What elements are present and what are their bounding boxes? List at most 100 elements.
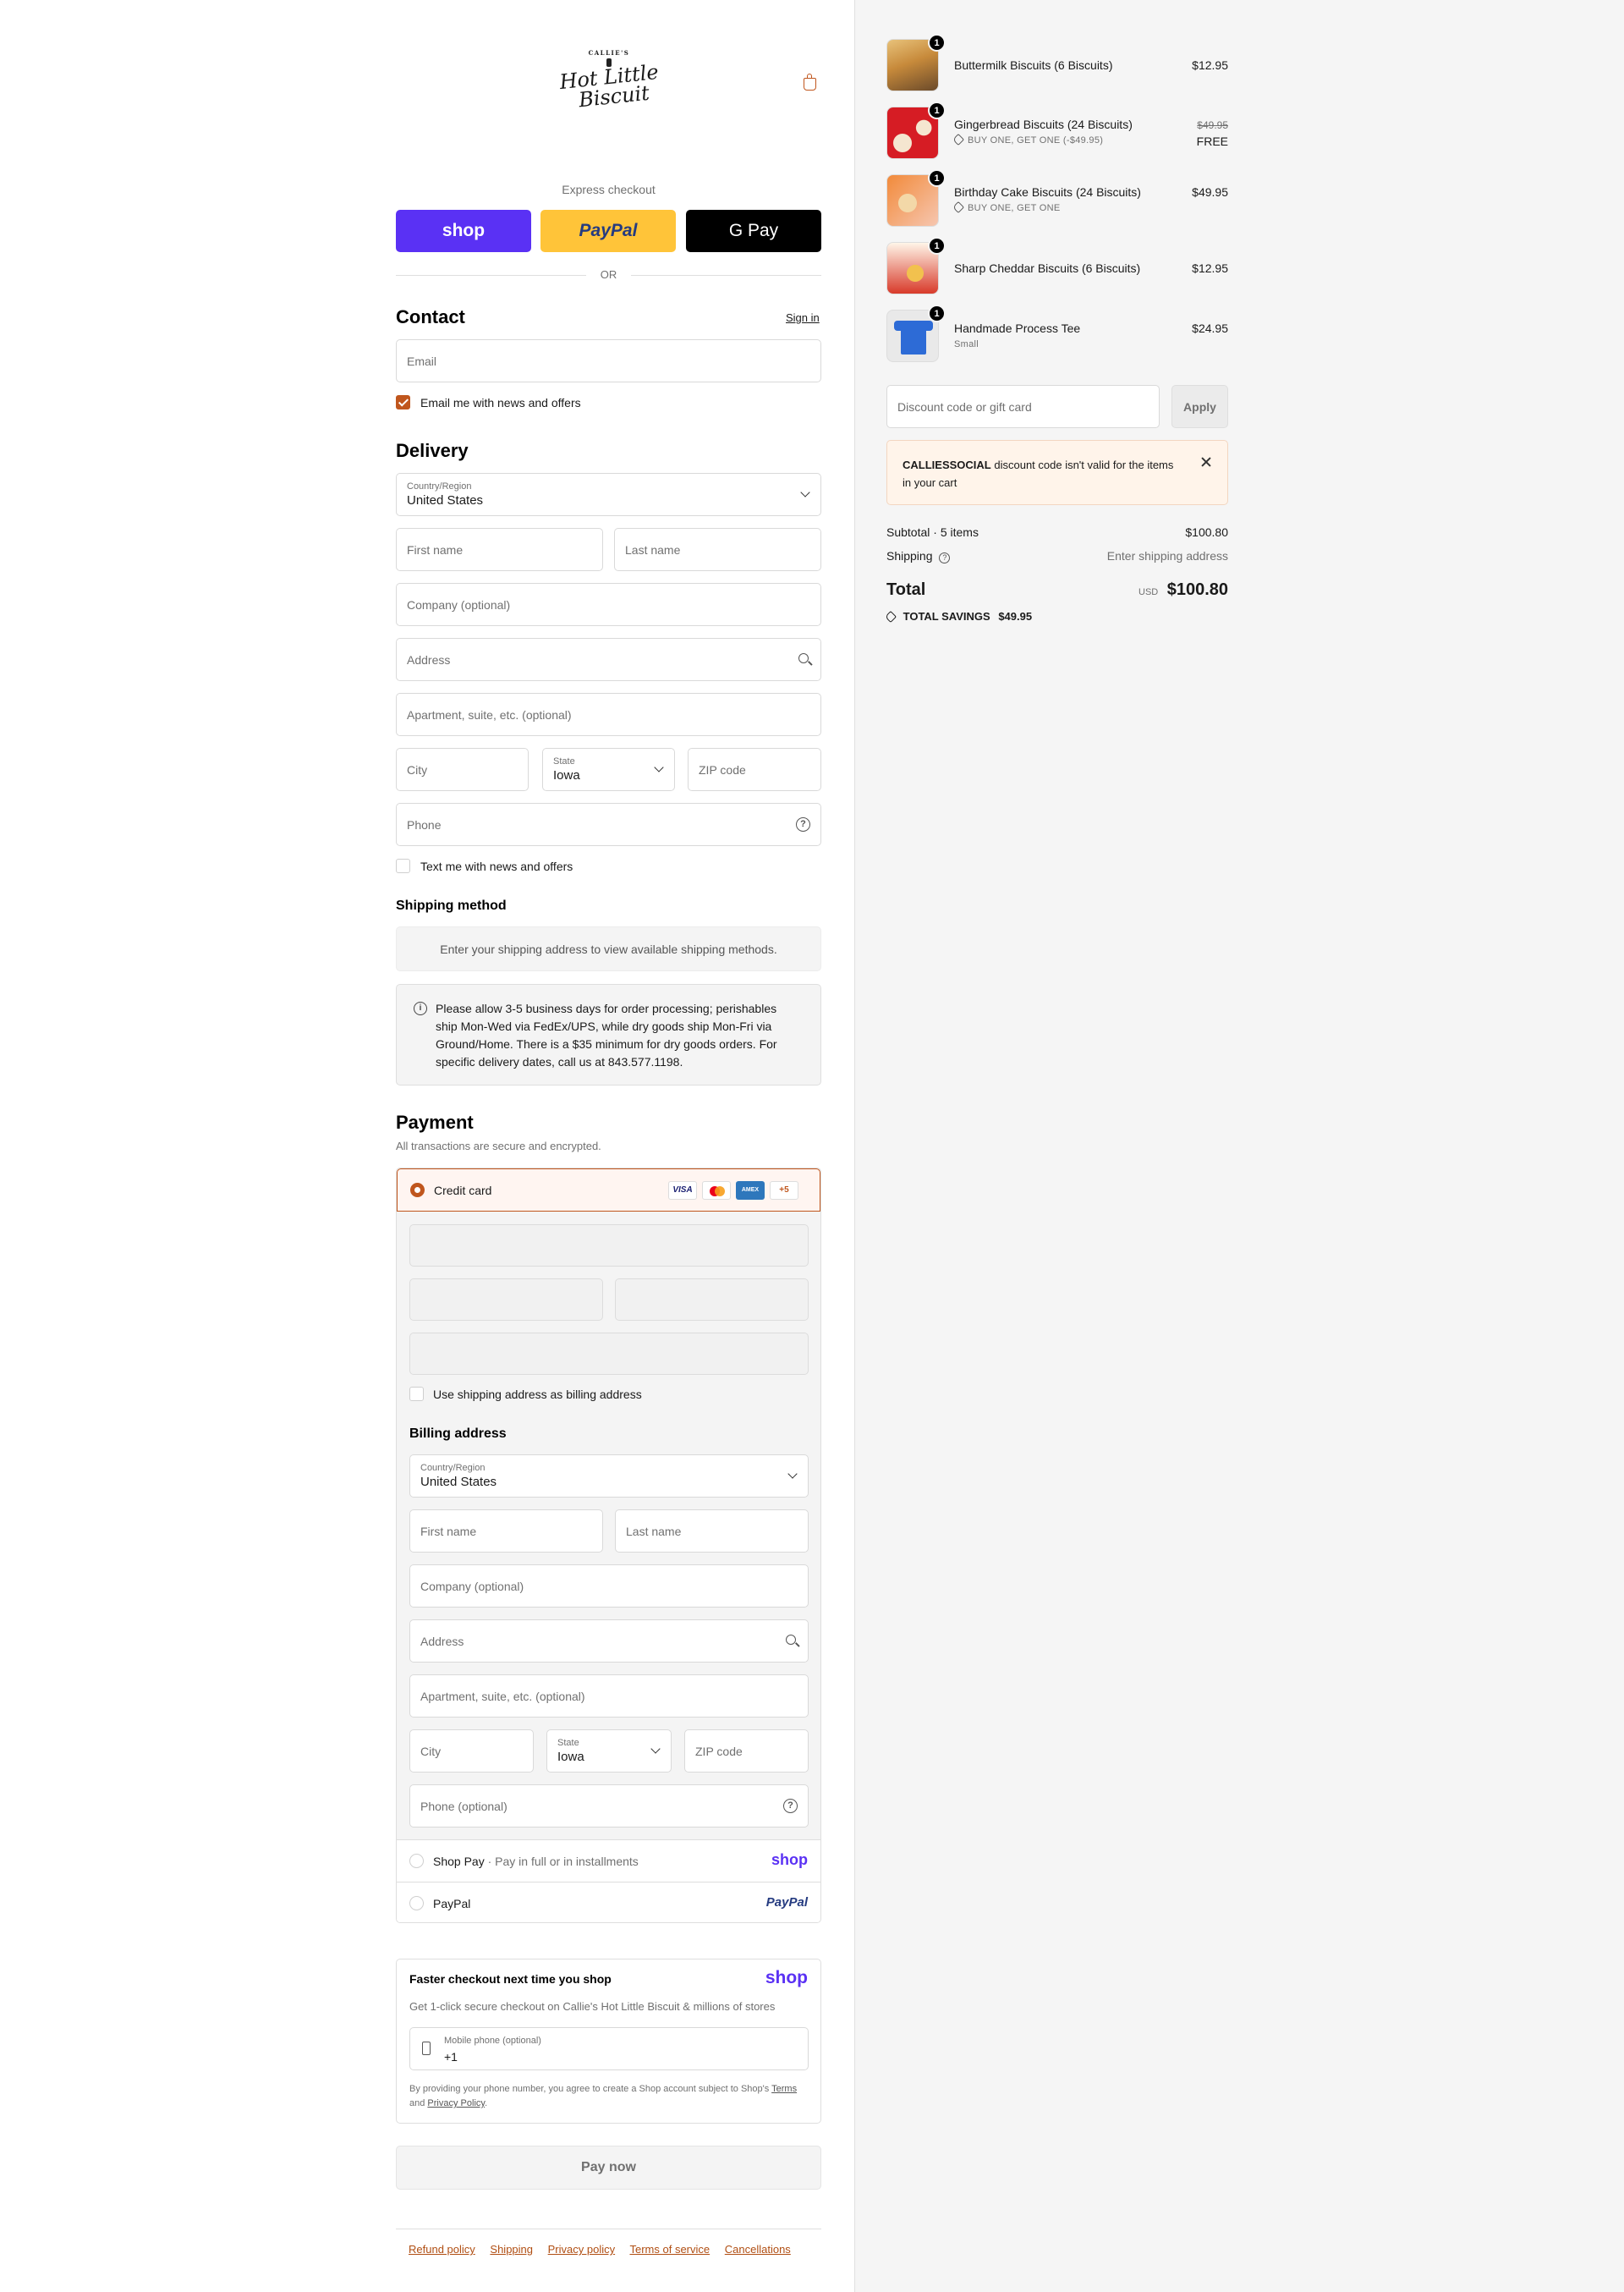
subtotal-value: $100.80 [1185, 525, 1228, 539]
item-name: Handmade Process Tee [954, 322, 1081, 335]
paypal-radio[interactable] [409, 1896, 424, 1910]
contact-heading: Contact [396, 306, 465, 327]
billing-city-field[interactable]: City [409, 1729, 534, 1773]
billing-last-name-field[interactable]: Last name [615, 1509, 809, 1553]
total-savings: TOTAL SAVINGS $49.95 [884, 610, 1032, 624]
pay-now-button[interactable]: Pay now [396, 2146, 821, 2190]
credit-card-option[interactable]: Credit card VISA AMEX +5 [397, 1168, 820, 1212]
email-field[interactable]: Email [396, 339, 821, 382]
address-field[interactable]: Address [396, 638, 821, 681]
email-news-checkbox[interactable] [396, 395, 410, 409]
item-old-price: $49.95 [1197, 119, 1228, 131]
close-icon[interactable] [1200, 456, 1212, 468]
footer-links: Refund policy Shipping Privacy policy Te… [409, 2243, 803, 2256]
first-name-field[interactable]: First name [396, 528, 603, 571]
billing-address-field[interactable]: Address [409, 1619, 809, 1663]
brand-logo[interactable]: CALLIE'S Hot Little Biscuit [558, 49, 660, 122]
card-expiry-field[interactable] [409, 1278, 603, 1321]
mastercard-icon [702, 1181, 731, 1200]
payment-methods-box: Credit card VISA AMEX +5 Use shipping ad… [396, 1168, 821, 1923]
shipping-method-placeholder: Enter your shipping address to view avai… [396, 926, 821, 971]
use-shipping-checkbox[interactable] [409, 1387, 424, 1401]
discount-code-field[interactable]: Discount code or gift card [886, 385, 1160, 428]
billing-company-field[interactable]: Company (optional) [409, 1564, 809, 1608]
shop-legal-text: By providing your phone number, you agre… [409, 2084, 798, 2108]
privacy-policy-footer-link[interactable]: Privacy policy [548, 2243, 615, 2256]
use-shipping-label: Use shipping address as billing address [433, 1388, 642, 1401]
item-name: Sharp Cheddar Biscuits (6 Biscuits) [954, 261, 1141, 275]
zip-field[interactable]: ZIP code [688, 748, 821, 791]
shipping-value: Enter shipping address [1106, 549, 1228, 563]
billing-country-select[interactable]: Country/Region United States [409, 1454, 809, 1498]
express-checkout-title: Express checkout [562, 183, 656, 196]
item-name: Gingerbread Biscuits (24 Biscuits) [954, 118, 1133, 131]
or-divider-label: OR [600, 268, 617, 281]
mobile-phone-icon [422, 2042, 431, 2055]
city-field[interactable]: City [396, 748, 529, 791]
paypal-logo: PayPal [765, 1895, 808, 1910]
help-icon[interactable]: ? [939, 552, 951, 563]
divider-left [396, 275, 586, 276]
google-pay-express-button[interactable]: G Pay [686, 210, 821, 252]
billing-state-select[interactable]: State Iowa [546, 1729, 672, 1773]
paypal-express-button[interactable]: PayPal [540, 210, 676, 252]
mobile-phone-field[interactable]: Mobile phone (optional) +1 [409, 2027, 809, 2070]
total-label: Total [886, 580, 926, 599]
shop-pay-radio[interactable] [409, 1854, 424, 1868]
discount-error-text: CALLIESSOCIAL discount code isn't valid … [903, 459, 1174, 489]
paypal-label: PayPal [433, 1897, 471, 1910]
phone-field[interactable]: Phone ? [396, 803, 821, 846]
last-name-field[interactable]: Last name [614, 528, 821, 571]
shipping-notice: i Please allow 3-5 business days for ord… [396, 984, 821, 1086]
help-icon[interactable]: ? [796, 817, 810, 832]
discount-tag-icon [952, 133, 965, 146]
card-number-field[interactable] [409, 1224, 809, 1267]
refund-policy-link[interactable]: Refund policy [409, 2243, 475, 2256]
card-cvv-field[interactable] [615, 1278, 809, 1321]
discount-tag-icon [884, 610, 897, 624]
help-icon[interactable]: ? [783, 1799, 798, 1813]
billing-phone-field[interactable]: Phone (optional) ? [409, 1784, 809, 1828]
payment-heading: Payment [396, 1112, 474, 1133]
email-news-label: Email me with news and offers [420, 396, 581, 409]
visa-icon: VISA [668, 1181, 697, 1200]
shop-promo-title: Faster checkout next time you shop [409, 1972, 612, 1986]
paypal-option[interactable]: PayPal PayPal [397, 1882, 820, 1922]
quantity-badge: 1 [928, 34, 946, 52]
shop-pay-express-button[interactable]: shop [396, 210, 531, 252]
info-icon: i [414, 1002, 427, 1015]
cart-bag-icon[interactable] [804, 74, 816, 91]
shop-pay-label: Shop Pay · Pay in full or in installment… [433, 1855, 639, 1868]
chevron-down-icon [650, 1744, 661, 1754]
state-select[interactable]: State Iowa [542, 748, 675, 791]
shipping-method-heading: Shipping method [396, 899, 507, 913]
terms-link[interactable]: Terms [771, 2084, 797, 2094]
item-variant: Small [954, 339, 979, 349]
credit-card-radio[interactable] [410, 1183, 425, 1197]
privacy-policy-link[interactable]: Privacy Policy [427, 2098, 485, 2108]
item-price: FREE [1196, 135, 1228, 148]
sign-in-link[interactable]: Sign in [786, 311, 820, 324]
shop-pay-option[interactable]: Shop Pay · Pay in full or in installment… [397, 1839, 820, 1882]
discount-tag-icon [952, 201, 965, 214]
chevron-down-icon [800, 487, 810, 497]
apply-button[interactable]: Apply [1171, 385, 1228, 428]
shop-promo-logo: shop [765, 1968, 808, 1987]
divider-right [631, 275, 821, 276]
company-field[interactable]: Company (optional) [396, 583, 821, 626]
item-price: $49.95 [1192, 185, 1228, 199]
text-news-label: Text me with news and offers [420, 860, 573, 873]
country-select[interactable]: Country/Region United States [396, 473, 821, 516]
card-name-field[interactable] [409, 1333, 809, 1375]
billing-apartment-field[interactable]: Apartment, suite, etc. (optional) [409, 1674, 809, 1718]
terms-of-service-link[interactable]: Terms of service [630, 2243, 710, 2256]
shipping-link[interactable]: Shipping [490, 2243, 533, 2256]
cancellations-link[interactable]: Cancellations [725, 2243, 791, 2256]
quantity-badge: 1 [928, 102, 946, 119]
search-icon [798, 653, 809, 663]
billing-zip-field[interactable]: ZIP code [684, 1729, 809, 1773]
billing-first-name-field[interactable]: First name [409, 1509, 603, 1553]
text-news-checkbox[interactable] [396, 859, 410, 873]
apartment-field[interactable]: Apartment, suite, etc. (optional) [396, 693, 821, 736]
billing-address-heading: Billing address [409, 1426, 507, 1441]
